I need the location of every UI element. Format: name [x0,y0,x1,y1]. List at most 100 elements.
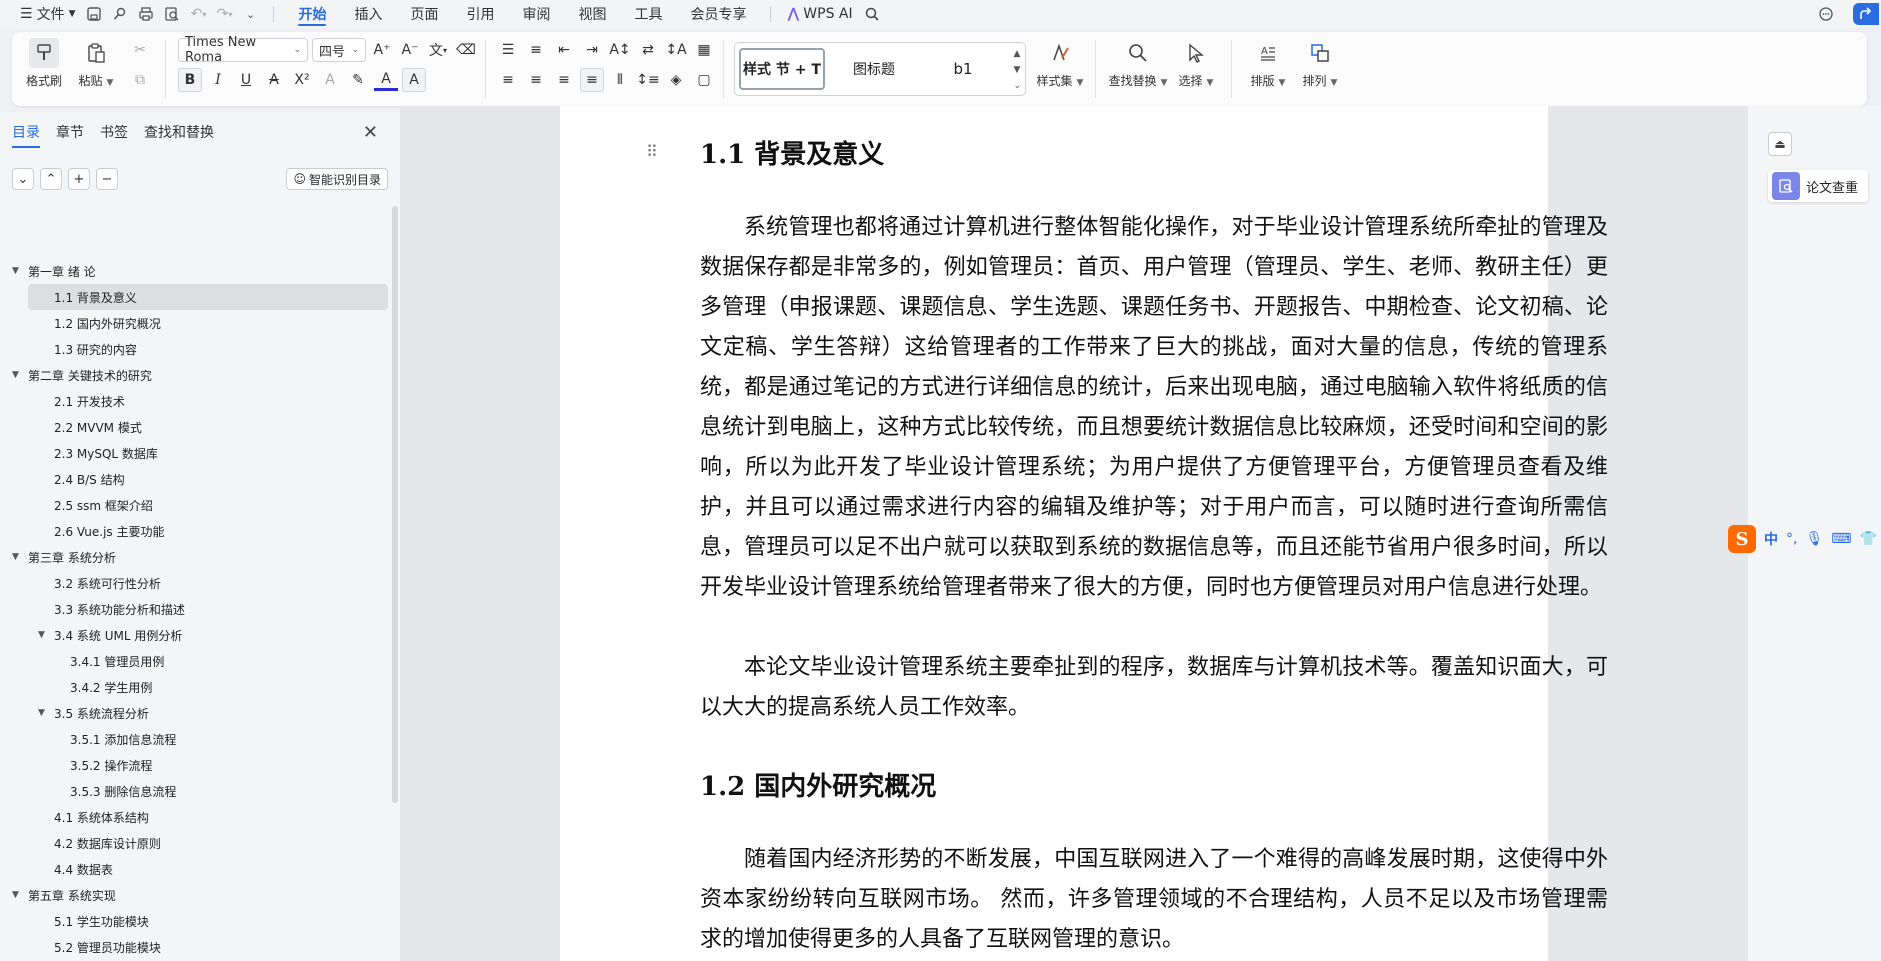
text-direction-icon[interactable]: A↕ [608,38,632,62]
expand-triangle-icon[interactable]: ▼ [12,266,24,276]
border-icon[interactable]: ▢ [692,68,716,92]
sort-icon[interactable]: ⇄ [636,38,660,62]
keyboard-icon[interactable]: ⌨ [1831,531,1851,547]
toc-item[interactable]: 2.4 B/S 结构 [0,466,392,492]
toc-item[interactable]: 4.2 数据库设计原则 [0,830,392,856]
more-chevron-icon[interactable]: ⌄ [239,3,261,25]
align-center-icon[interactable]: ≡ [524,68,548,92]
toc-item[interactable]: ▼ 3.5 系统流程分析 [0,700,392,726]
tab-tools[interactable]: 工具 [620,0,676,28]
expand-triangle-icon[interactable]: ▼ [12,370,24,380]
toc-item[interactable]: 1.3 研究的内容 [0,336,392,362]
toc-item[interactable]: 3.2 系统可行性分析 [0,570,392,596]
cut-icon[interactable]: ✂ [128,38,152,62]
tab-page[interactable]: 页面 [396,0,452,28]
expand-triangle-icon[interactable]: ▼ [38,708,50,718]
share-icon[interactable] [1853,3,1879,25]
toc-chapter[interactable]: ▼ 第五章 系统实现 [0,882,392,908]
toc-chapter[interactable]: ▼ 第一章 绪 论 [0,258,392,284]
highlight-icon[interactable]: ✎ [346,68,370,92]
toc-item[interactable]: 2.2 MVVM 模式 [0,414,392,440]
toc-item[interactable]: 3.4.2 学生用例 [0,674,392,700]
find-replace-button[interactable]: 查找替换 ▼ [1108,38,1168,89]
microphone-icon[interactable]: 🎙 [1805,531,1823,547]
format-painter-button[interactable]: 格式刷 [20,38,68,89]
toc-item[interactable]: 2.1 开发技术 [0,388,392,414]
expand-icon[interactable]: ⌄ [1013,81,1021,91]
toc-item[interactable]: 4.1 系统体系结构 [0,804,392,830]
close-icon[interactable]: ✕ [363,122,378,143]
wps-ai-button[interactable]: ⋀ WPS AI [781,0,858,28]
search-icon[interactable] [861,3,883,25]
tab-reference[interactable]: 引用 [452,0,508,28]
expand-triangle-icon[interactable]: ▼ [12,890,24,900]
file-menu[interactable]: ☰ 文件 ▼ [14,0,81,28]
toc-item[interactable]: 3.3 系统功能分析和描述 [0,596,392,622]
tool-icon[interactable] [109,3,131,25]
print-preview-icon[interactable] [161,3,183,25]
ime-punct[interactable]: °, [1786,531,1797,547]
tab-view[interactable]: 视图 [564,0,620,28]
tab-chapter[interactable]: 章节 [56,122,84,142]
shrink-font-icon[interactable]: A⁻ [398,38,422,62]
tab-home[interactable]: 开始 [284,0,340,28]
align-right-icon[interactable]: ≡ [552,68,576,92]
phonetic-icon[interactable]: 文 ▾ [426,38,450,62]
tab-review[interactable]: 审阅 [508,0,564,28]
toc-item[interactable]: 5.2 管理员功能模块 [0,934,392,960]
toc-chapter[interactable]: ▼ 第二章 关键技术的研究 [0,362,392,388]
paste-button[interactable]: 粘贴 ▼ [72,38,120,89]
toc-item[interactable]: 3.4.1 管理员用例 [0,648,392,674]
align-justify-icon[interactable]: ≡ [580,68,604,92]
layout-button[interactable]: A 排版 ▼ [1244,38,1292,89]
font-name-select[interactable]: Times New Roma ⌄ [178,35,308,65]
document-page[interactable]: ⠿ 1.1 背景及意义 系统管理也都将通过计算机进行整体智能化操作，对于毕业设计… [560,106,1608,961]
underline-button[interactable]: U [234,68,258,92]
toc-item[interactable]: 1.2 国内外研究概况 [0,310,392,336]
arrange-button[interactable]: 排列 ▼ [1296,38,1344,89]
toc-item[interactable]: 3.5.1 添加信息流程 [0,726,392,752]
style-item-current[interactable]: 样式 节 + T [739,48,825,90]
line-spacing-icon[interactable]: ↕≡ [636,68,660,92]
italic-button[interactable]: I [206,68,230,92]
font-size-select[interactable]: 四号 ⌄ [312,38,366,62]
superscript-icon[interactable]: X² [290,68,314,92]
style-set-button[interactable]: 样式集 ▼ [1036,38,1084,89]
tab-find-replace[interactable]: 查找和替换 [144,122,214,142]
collapse-up-icon[interactable]: ⌃ [40,168,62,190]
toc-item[interactable]: 2.6 Vue.js 主要功能 [0,518,392,544]
drag-handle-icon[interactable]: ⠿ [646,142,658,161]
expand-down-icon[interactable]: ⌄ [12,168,34,190]
expand-triangle-icon[interactable]: ▼ [12,552,24,562]
smart-toc-button[interactable]: ☺ 智能识别目录 [286,168,388,190]
distributed-icon[interactable]: ⫴ [608,68,632,92]
increase-indent-icon[interactable]: ⇥ [580,38,604,62]
collapse-panel-icon[interactable]: ⏏ [1768,132,1792,156]
table-icon[interactable]: ▦ [692,38,716,62]
chevron-down-icon[interactable]: ▼ [1013,65,1021,75]
toc-item[interactable]: 3.5.2 操作流程 [0,752,392,778]
tab-toc[interactable]: 目录 [12,122,40,148]
remove-icon[interactable]: − [96,168,118,190]
save-icon[interactable] [83,3,105,25]
scrollbar[interactable] [392,206,398,803]
strikethrough-icon[interactable]: A [262,68,286,92]
text-effect-icon[interactable]: A [318,68,342,92]
toc-chapter[interactable]: ▼ 第三章 系统分析 [0,544,392,570]
chat-icon[interactable] [1815,3,1837,25]
style-item-b1[interactable]: b1 [923,48,1003,90]
show-marks-icon[interactable]: ↕A [664,38,688,62]
toc-item[interactable]: 2.5 ssm 框架介绍 [0,492,392,518]
add-icon[interactable]: + [68,168,90,190]
decrease-indent-icon[interactable]: ⇤ [552,38,576,62]
redo-icon[interactable]: ↷ ▾ [213,3,235,25]
bullet-list-icon[interactable]: ☰ [496,38,520,62]
tab-member[interactable]: 会员专享 [676,0,760,28]
toc-item[interactable]: 2.3 MySQL 数据库 [0,440,392,466]
skin-icon[interactable]: 👕 [1859,531,1876,547]
tab-insert[interactable]: 插入 [340,0,396,28]
align-left-icon[interactable]: ≡ [496,68,520,92]
numbered-list-icon[interactable]: ≡ [524,38,548,62]
undo-icon[interactable]: ↶ ▾ [187,3,209,25]
char-shading-icon[interactable]: A [402,68,426,92]
